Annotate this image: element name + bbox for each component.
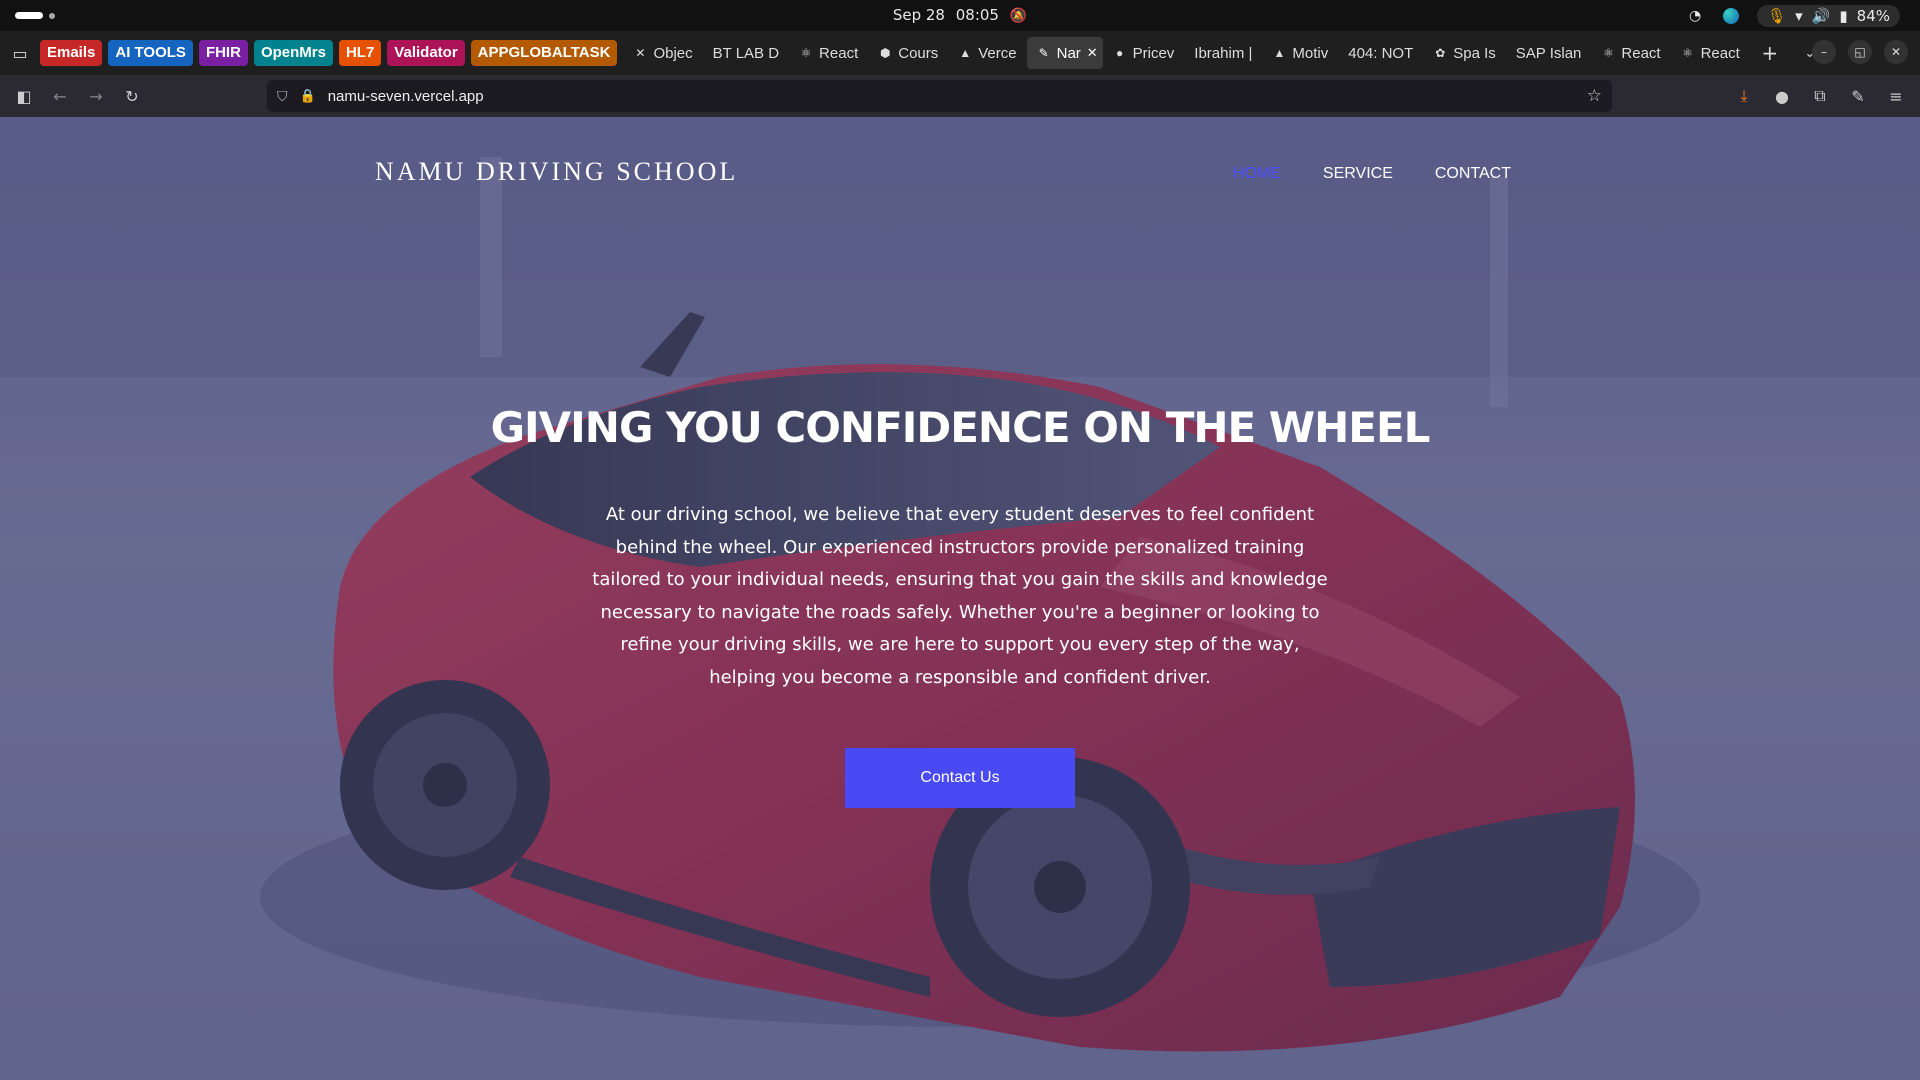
downloads-icon[interactable]: ⤓ <box>1728 80 1760 112</box>
system-menu[interactable]: 🎙 ▾ 🔊 ▮ 84% <box>1757 5 1900 27</box>
tab-strip: ✕ Objec BT LAB D ⚛ React ⬢ Cours ▲ Verce ✎ Nar ✕ ● Pr… <box>623 31 1749 75</box>
tab-label: React <box>819 44 859 62</box>
nav-service-link[interactable]: SERVICE <box>1323 165 1393 183</box>
bookmark-ai-tools[interactable]: AI TOOLS <box>108 40 193 66</box>
toolbar-right: ⤓ ● ⧉ ✎ ≡ <box>1728 80 1912 112</box>
time: 08:05 <box>955 6 999 24</box>
tracking-protection-icon[interactable]: ⛉ <box>277 88 288 105</box>
tab-label: Pricev <box>1132 44 1175 62</box>
clock[interactable]: Sep 28 08:05 🔕 <box>0 6 1920 24</box>
course-icon: ⬢ <box>879 46 891 60</box>
edge-icon[interactable] <box>1721 6 1741 26</box>
window-controls: – ◱ ✕ <box>1812 40 1908 64</box>
tab[interactable]: ● Pricev <box>1103 37 1185 69</box>
tab[interactable]: 404: NOT <box>1338 37 1423 69</box>
react-icon: ⚛ <box>1603 46 1614 60</box>
figma-icon: ✕ <box>635 46 646 60</box>
bookmark-emails[interactable]: Emails <box>40 40 103 66</box>
extension-badge-icon[interactable]: ✎ <box>1842 80 1874 112</box>
tab[interactable]: ⚛ React <box>1591 37 1670 69</box>
minimize-button[interactable]: – <box>1812 40 1836 64</box>
new-tab-button[interactable]: + <box>1750 41 1790 65</box>
nav-contact-link[interactable]: CONTACT <box>1435 165 1511 183</box>
hero-title: GIVING YOU CONFIDENCE ON THE WHEEL <box>490 403 1431 452</box>
nav-home-link[interactable]: HOME <box>1233 165 1281 183</box>
price-icon: ● <box>1115 46 1124 60</box>
tab-label: React <box>1700 44 1740 62</box>
tab[interactable]: ⬢ Cours <box>868 37 948 69</box>
site-nav: HOME SERVICE CONTACT <box>1233 165 1511 183</box>
screenshot-icon[interactable]: ◔ <box>1685 6 1705 26</box>
tab-active[interactable]: ✎ Nar ✕ <box>1026 37 1103 69</box>
tab-label: 404: NOT <box>1348 44 1414 62</box>
tab-bar: ▭ Emails AI TOOLS FHIR OpenMrs HL7 Validator A… <box>0 31 1920 75</box>
tab-label: BT LAB D <box>712 44 780 62</box>
wifi-icon: ▾ <box>1795 7 1803 25</box>
bookmark-appglobaltask[interactable]: APPGLOBALTASK <box>470 40 618 66</box>
spa-icon: ✿ <box>1435 46 1446 60</box>
os-top-bar: Sep 28 08:05 🔕 ◔ 🎙 ▾ 🔊 ▮ 84% <box>0 0 1920 31</box>
site-logo[interactable]: NAMU DRIVING SCHOOL <box>375 157 738 187</box>
app-menu-icon[interactable]: ≡ <box>1880 80 1912 112</box>
close-window-button[interactable]: ✕ <box>1884 40 1908 64</box>
back-button[interactable]: ← <box>42 80 78 112</box>
restore-button[interactable]: ◱ <box>1848 40 1872 64</box>
bookmark-star-icon[interactable]: ☆ <box>1587 86 1602 106</box>
bookmark-openmrs[interactable]: OpenMrs <box>253 40 333 66</box>
close-tab-icon[interactable]: ✕ <box>1087 45 1098 61</box>
battery-level: 84% <box>1856 7 1890 25</box>
page-icon: ✎ <box>1038 46 1049 60</box>
reload-button[interactable]: ↻ <box>114 80 150 112</box>
tab[interactable]: ▲ Motiv <box>1262 37 1338 69</box>
url-text[interactable]: namu-seven.vercel.app <box>328 88 484 105</box>
tab-label: Nar <box>1056 44 1081 62</box>
tab[interactable]: ⚛ React <box>789 37 868 69</box>
notifications-off-icon: 🔕 <box>1009 8 1028 24</box>
tab[interactable]: BT LAB D <box>703 37 789 69</box>
bookmark-fhir[interactable]: FHIR <box>198 40 248 66</box>
vercel-icon: ▲ <box>1273 46 1286 60</box>
tab[interactable]: ✕ Objec <box>623 37 702 69</box>
tab-label: React <box>1621 44 1661 62</box>
tab[interactable]: ⚛ React <box>1671 37 1750 69</box>
tab-overview-icon[interactable]: ▭ <box>0 31 40 75</box>
system-tray: ◔ 🎙 ▾ 🔊 ▮ 84% <box>1685 5 1900 27</box>
volume-icon: 🔊 <box>1811 7 1831 25</box>
microphone-icon: 🎙 <box>1767 7 1787 25</box>
extensions-icon[interactable]: ⧉ <box>1804 80 1836 112</box>
tab-label: Ibrahim | <box>1194 44 1253 62</box>
account-icon[interactable]: ● <box>1766 80 1798 112</box>
tab[interactable]: ✿ Spa Is <box>1423 37 1506 69</box>
sidebar-toggle-icon[interactable]: ◧ <box>6 80 42 112</box>
webpage: NAMU DRIVING SCHOOL HOME SERVICE CONTACT… <box>0 117 1920 1080</box>
tab-label: Objec <box>653 44 693 62</box>
contact-us-button[interactable]: Contact Us <box>845 748 1075 808</box>
lock-icon[interactable]: 🔒 <box>300 88 316 104</box>
navigation-toolbar: ◧ ← → ↻ ⛉ 🔒 namu-seven.vercel.app ☆ ⤓ ● … <box>0 75 1920 117</box>
tab[interactable]: SAP Islan <box>1506 37 1592 69</box>
tab-label: Cours <box>898 44 939 62</box>
tab[interactable]: Ibrahim | <box>1184 37 1262 69</box>
address-bar[interactable]: ⛉ 🔒 namu-seven.vercel.app ☆ <box>267 80 1612 112</box>
tab-label: Verce <box>978 44 1017 62</box>
react-icon: ⚛ <box>1682 46 1693 60</box>
hero-description: At our driving school, we believe that e… <box>592 504 1328 688</box>
pinned-bookmarks: Emails AI TOOLS FHIR OpenMrs HL7 Validator APP… <box>40 31 618 75</box>
forward-button[interactable]: → <box>78 80 114 112</box>
tab-label: SAP Islan <box>1515 44 1582 62</box>
bookmark-hl7[interactable]: HL7 <box>338 40 382 66</box>
tab-label: Spa Is <box>1453 44 1496 62</box>
tab-label: Motiv <box>1292 44 1329 62</box>
battery-icon: ▮ <box>1839 7 1848 25</box>
react-icon: ⚛ <box>800 46 812 60</box>
bookmark-validator[interactable]: Validator <box>387 40 465 66</box>
date: Sep 28 <box>892 6 945 24</box>
tab[interactable]: ▲ Verce <box>948 37 1026 69</box>
vercel-icon: ▲ <box>959 46 972 60</box>
